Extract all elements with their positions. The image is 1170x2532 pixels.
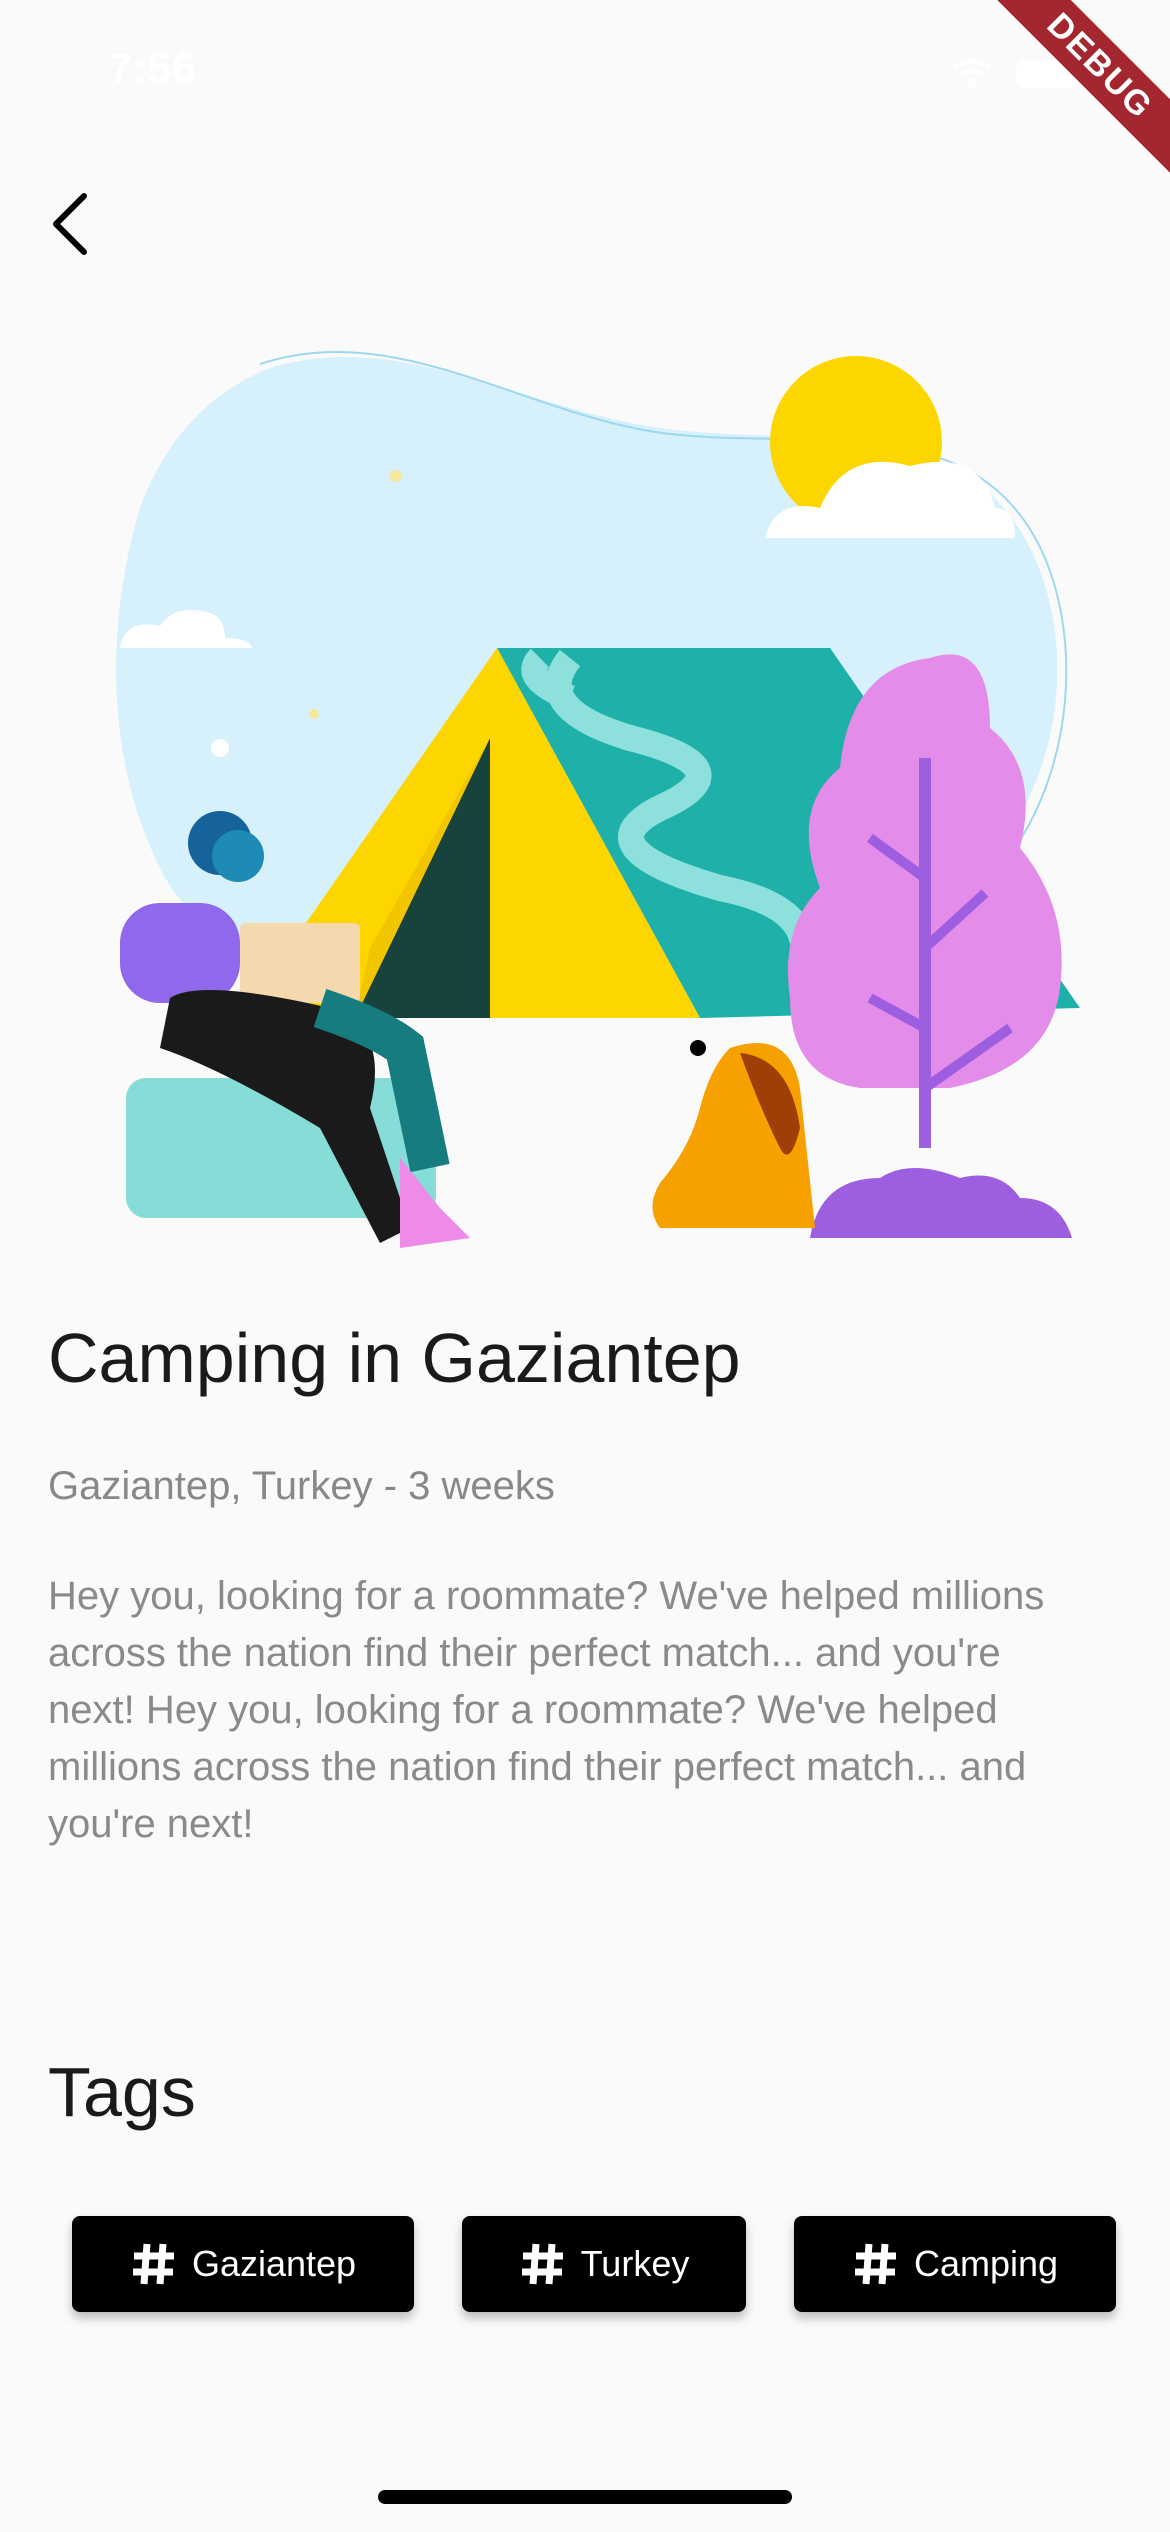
debug-banner: DEBUG: [970, 0, 1170, 200]
status-time: 7:56: [108, 44, 197, 93]
tag-chip-turkey[interactable]: Turkey: [462, 2216, 746, 2312]
home-indicator[interactable]: [378, 2490, 792, 2504]
hashtag-icon: [854, 2243, 896, 2285]
tag-chip-camping[interactable]: Camping: [794, 2216, 1116, 2312]
hashtag-icon: [132, 2243, 174, 2285]
tags-heading: Tags: [48, 2053, 196, 2131]
trip-title: Camping in Gaziantep: [48, 1319, 741, 1397]
back-button[interactable]: [40, 188, 100, 260]
chevron-left-icon: [53, 193, 87, 255]
tag-label: Camping: [913, 2243, 1059, 2284]
trip-subtitle: Gaziantep, Turkey - 3 weeks: [48, 1464, 555, 1508]
tag-label: Turkey: [580, 2243, 690, 2284]
trip-description: Hey you, looking for a roommate? We've h…: [48, 1574, 1045, 1846]
tag-label: Gaziantep: [191, 2243, 357, 2284]
debug-ribbon-label: DEBUG: [975, 0, 1170, 191]
hashtag-icon: [521, 2243, 563, 2285]
camping-illustration: [100, 348, 1080, 1268]
tag-chip-gaziantep[interactable]: Gaziantep: [72, 2216, 414, 2312]
